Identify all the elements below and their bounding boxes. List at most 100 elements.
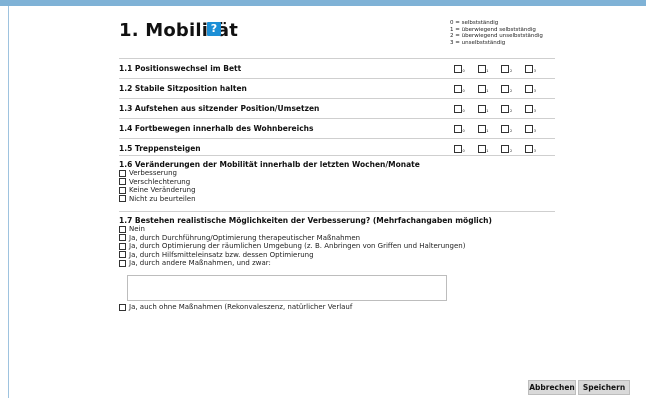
rating-row-label: 1.3 Aufstehen aus sitzender Position/Ums… bbox=[119, 104, 320, 113]
checkbox[interactable] bbox=[477, 65, 486, 73]
option-verschlechterung[interactable]: Verschlechterung bbox=[119, 178, 555, 187]
checkbox[interactable] bbox=[501, 85, 510, 93]
option-andere-massnahmen[interactable]: Ja, durch andere Maßnahmen, und zwar: bbox=[119, 259, 555, 268]
checkbox[interactable] bbox=[119, 186, 126, 194]
checkbox[interactable] bbox=[119, 303, 126, 311]
checkbox[interactable] bbox=[119, 178, 126, 186]
help-icon[interactable]: ? bbox=[207, 22, 221, 36]
option-label: Ja, durch Durchführung/Optimierung thera… bbox=[129, 233, 361, 242]
option-0[interactable]: 0 bbox=[454, 85, 465, 93]
checkbox[interactable] bbox=[501, 65, 510, 73]
option-1[interactable]: 1 bbox=[477, 105, 488, 113]
left-border bbox=[8, 6, 9, 398]
section-1-6: 1.6 Veränderungen der Mobilität innerhal… bbox=[119, 155, 555, 203]
option-0[interactable]: 0 bbox=[454, 145, 465, 153]
rating-options: 0 1 2 3 bbox=[454, 145, 536, 153]
checkbox[interactable] bbox=[454, 65, 462, 73]
option-label: Ja, durch andere Maßnahmen, und zwar: bbox=[129, 259, 271, 267]
option-label: 0 bbox=[462, 149, 465, 153]
option-label: Nicht zu beurteilen bbox=[129, 194, 196, 203]
checkbox[interactable] bbox=[454, 85, 462, 93]
option-nein[interactable]: Nein bbox=[119, 225, 555, 234]
option-label: Ja, durch Hilfsmitteleinsatz bzw. dessen… bbox=[129, 250, 314, 259]
legend-line: 3 = unselbstständig bbox=[450, 39, 506, 46]
rating-row-label: 1.1 Positionswechsel im Bett bbox=[119, 64, 242, 73]
rating-options: 0 1 2 3 bbox=[454, 85, 536, 93]
option-hilfsmittel[interactable]: Ja, durch Hilfsmitteleinsatz bzw. dessen… bbox=[119, 251, 555, 260]
option-3[interactable]: 3 bbox=[525, 65, 536, 73]
section-title: 1.6 Veränderungen der Mobilität innerhal… bbox=[119, 160, 420, 169]
option-ohne-massnahmen[interactable]: Ja, auch ohne Maßnahmen (Rekonvaleszenz,… bbox=[119, 303, 352, 312]
checkbox[interactable] bbox=[119, 242, 126, 250]
option-label: 1 bbox=[486, 69, 489, 73]
checkbox[interactable] bbox=[119, 169, 126, 177]
other-measures-textarea[interactable] bbox=[127, 275, 447, 301]
option-2[interactable]: 2 bbox=[501, 125, 512, 133]
option-0[interactable]: 0 bbox=[454, 65, 465, 73]
legend-line: 2 = überwiegend unselbstständig bbox=[450, 33, 543, 39]
checkbox[interactable] bbox=[119, 195, 126, 203]
score-legend: 0 = selbstständig 1 = überwiegend selbst… bbox=[450, 20, 543, 46]
option-label: 3 bbox=[533, 129, 536, 133]
checkbox[interactable] bbox=[119, 259, 126, 267]
cancel-button[interactable]: Abbrechen bbox=[528, 380, 576, 395]
checkbox[interactable] bbox=[525, 85, 534, 93]
option-2[interactable]: 2 bbox=[501, 145, 512, 153]
option-label: 2 bbox=[509, 149, 513, 153]
checkbox[interactable] bbox=[477, 125, 486, 133]
option-nicht-zu-beurteilen[interactable]: Nicht zu beurteilen bbox=[119, 195, 555, 204]
checkbox[interactable] bbox=[501, 105, 510, 113]
checkbox[interactable] bbox=[477, 105, 486, 113]
rating-options: 0 1 2 3 bbox=[454, 65, 536, 73]
checkbox[interactable] bbox=[525, 105, 534, 113]
checkbox[interactable] bbox=[119, 225, 126, 233]
option-1[interactable]: 1 bbox=[477, 85, 488, 93]
option-0[interactable]: 0 bbox=[454, 105, 465, 113]
option-label: Ja, durch Optimierung der räumlichen Umg… bbox=[129, 242, 466, 250]
checkbox[interactable] bbox=[501, 125, 510, 133]
option-2[interactable]: 2 bbox=[501, 85, 512, 93]
option-label: 0 bbox=[462, 69, 465, 73]
checkbox[interactable] bbox=[525, 65, 534, 73]
section-title: 1.7 Bestehen realistische Möglichkeiten … bbox=[119, 216, 492, 225]
option-1[interactable]: 1 bbox=[477, 145, 488, 153]
option-label: 3 bbox=[533, 109, 536, 113]
option-keine-veraenderung[interactable]: Keine Veränderung bbox=[119, 186, 555, 195]
option-therapeutisch[interactable]: Ja, durch Durchführung/Optimierung thera… bbox=[119, 234, 555, 243]
checkbox[interactable] bbox=[477, 85, 486, 93]
section-1-7: 1.7 Bestehen realistische Möglichkeiten … bbox=[119, 211, 555, 268]
option-label: 0 bbox=[462, 129, 465, 133]
rating-row-1-2: 1.2 Stabile Sitzposition halten 0 1 2 3 bbox=[119, 78, 555, 97]
option-3[interactable]: 3 bbox=[525, 85, 536, 93]
option-3[interactable]: 3 bbox=[525, 105, 536, 113]
option-label: 2 bbox=[509, 109, 513, 113]
checkbox[interactable] bbox=[119, 251, 126, 259]
option-label: 1 bbox=[486, 129, 489, 133]
option-2[interactable]: 2 bbox=[501, 105, 512, 113]
save-button[interactable]: Speichern bbox=[578, 380, 630, 395]
option-1[interactable]: 1 bbox=[477, 65, 489, 73]
option-label: 3 bbox=[533, 69, 536, 73]
option-label: Ja, auch ohne Maßnahmen (Rekonvaleszenz,… bbox=[129, 303, 353, 311]
checkbox[interactable] bbox=[454, 125, 462, 133]
top-bar bbox=[0, 0, 646, 6]
checkbox[interactable] bbox=[477, 145, 486, 153]
checkbox[interactable] bbox=[525, 125, 534, 133]
option-label: Verschlechterung bbox=[129, 177, 191, 186]
rating-row-label: 1.4 Fortbewegen innerhalb des Wohnbereic… bbox=[119, 124, 314, 133]
checkbox[interactable] bbox=[454, 105, 462, 113]
option-3[interactable]: 3 bbox=[525, 125, 536, 133]
option-raeumlich[interactable]: Ja, durch Optimierung der räumlichen Umg… bbox=[119, 242, 555, 251]
rating-row-1-1: 1.1 Positionswechsel im Bett 0 1 2 3 bbox=[119, 58, 555, 77]
checkbox[interactable] bbox=[454, 145, 462, 153]
option-3[interactable]: 3 bbox=[525, 145, 536, 153]
rating-row-1-4: 1.4 Fortbewegen innerhalb des Wohnbereic… bbox=[119, 118, 555, 137]
checkbox[interactable] bbox=[119, 234, 126, 242]
option-0[interactable]: 0 bbox=[454, 125, 465, 133]
checkbox[interactable] bbox=[525, 145, 534, 153]
option-verbesserung[interactable]: Verbesserung bbox=[119, 169, 555, 178]
option-1[interactable]: 1 bbox=[477, 125, 489, 133]
option-2[interactable]: 2 bbox=[501, 65, 512, 73]
checkbox[interactable] bbox=[501, 145, 510, 153]
rating-row-label: 1.2 Stabile Sitzposition halten bbox=[119, 84, 247, 93]
